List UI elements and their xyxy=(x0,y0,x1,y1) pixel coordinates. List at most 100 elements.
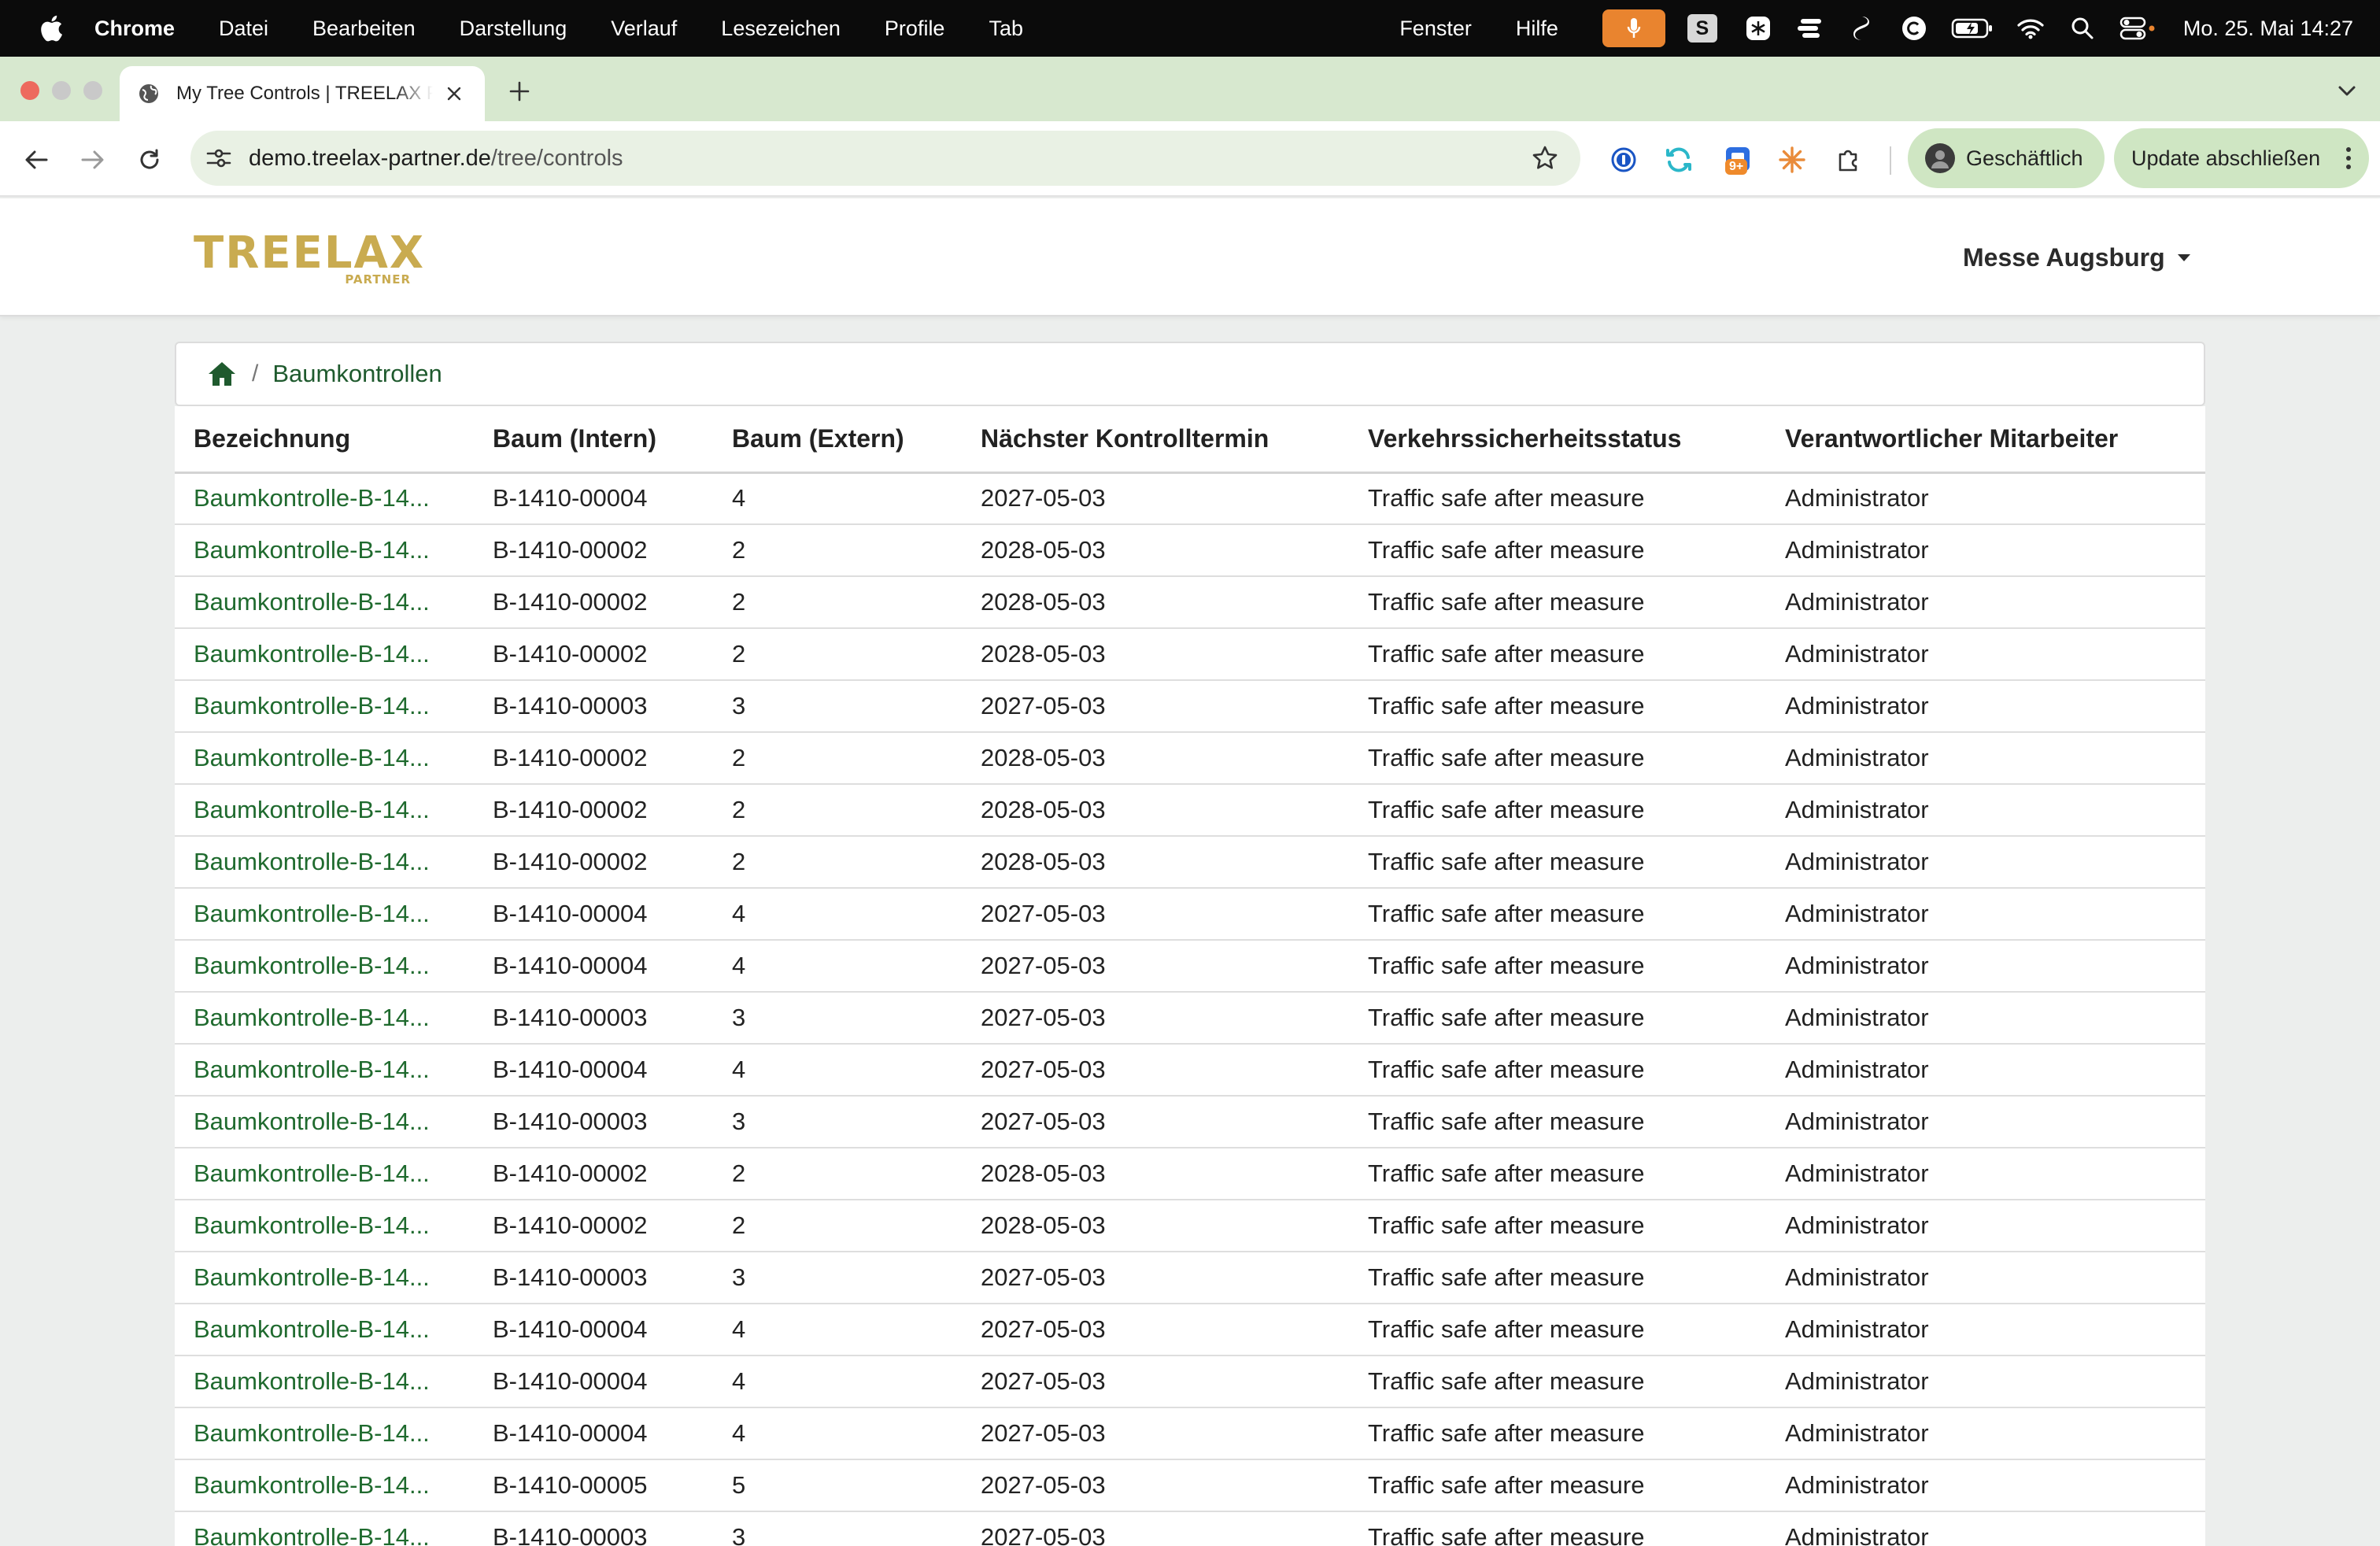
cell-verantwortlicher-mitarbeiter: Administrator xyxy=(1766,1044,2205,1097)
table-row[interactable]: Baumkontrolle-B-14... B-1410-00004 4 2027-0… xyxy=(175,940,2205,993)
cell-bezeichnung-link[interactable]: Baumkontrolle-B-14... xyxy=(175,576,474,629)
layers-icon[interactable] xyxy=(1794,13,1826,44)
cell-verkehrssicherheitsstatus: Traffic safe after measure xyxy=(1349,1096,1766,1148)
battery-icon[interactable] xyxy=(1950,13,1994,44)
back-arrow-icon[interactable] xyxy=(19,142,54,177)
extensions-puzzle-icon[interactable] xyxy=(1831,142,1867,178)
column-header-verantwortlicher-mitarbeiter[interactable]: Verantwortlicher Mitarbeiter xyxy=(1766,406,2205,474)
forward-arrow-icon[interactable] xyxy=(76,142,110,177)
home-icon[interactable] xyxy=(206,358,238,390)
cell-bezeichnung-link[interactable]: Baumkontrolle-B-14... xyxy=(175,940,474,993)
cell-bezeichnung-link[interactable]: Baumkontrolle-B-14... xyxy=(175,1356,474,1408)
cell-bezeichnung-link[interactable]: Baumkontrolle-B-14... xyxy=(175,1407,474,1460)
cell-bezeichnung-link[interactable]: Baumkontrolle-B-14... xyxy=(175,1252,474,1304)
treelax-logo[interactable]: TREELAX PARTNER xyxy=(194,230,423,290)
cell-bezeichnung-link[interactable]: Baumkontrolle-B-14... xyxy=(175,1148,474,1200)
sync-extension-icon[interactable] xyxy=(1661,142,1697,178)
table-row[interactable]: Baumkontrolle-B-14... B-1410-00004 4 2027-0… xyxy=(175,1356,2205,1408)
update-chrome-button[interactable]: Update abschließen xyxy=(2114,128,2369,188)
reload-icon[interactable] xyxy=(132,142,167,177)
cell-bezeichnung-link[interactable]: Baumkontrolle-B-14... xyxy=(175,732,474,785)
table-row[interactable]: Baumkontrolle-B-14... B-1410-00003 3 2027-0… xyxy=(175,992,2205,1045)
cell-bezeichnung-link[interactable]: Baumkontrolle-B-14... xyxy=(175,1304,474,1356)
menu-bar-clock[interactable]: Mo. 25. Mai 14:27 xyxy=(2183,17,2353,41)
table-row[interactable]: Baumkontrolle-B-14... B-1410-00002 2 2028-0… xyxy=(175,836,2205,889)
table-row[interactable]: Baumkontrolle-B-14... B-1410-00002 2 2028-0… xyxy=(175,628,2205,681)
table-row[interactable]: Baumkontrolle-B-14... B-1410-00004 4 2027-0… xyxy=(175,1304,2205,1356)
copyright-c-icon[interactable] xyxy=(1898,13,1930,44)
table-row[interactable]: Baumkontrolle-B-14... B-1410-00002 2 2028-0… xyxy=(175,784,2205,837)
table-row[interactable]: Baumkontrolle-B-14... B-1410-00003 3 2027-0… xyxy=(175,1096,2205,1148)
cell-bezeichnung-link[interactable]: Baumkontrolle-B-14... xyxy=(175,628,474,681)
window-minimize-button[interactable] xyxy=(52,81,71,100)
sparkle-extension-icon[interactable] xyxy=(1774,142,1810,178)
column-header-baum-intern[interactable]: Baum (Intern) xyxy=(474,406,713,474)
search-icon[interactable] xyxy=(2067,13,2098,44)
table-row[interactable]: Baumkontrolle-B-14... B-1410-00002 2 2028-0… xyxy=(175,1200,2205,1252)
cell-bezeichnung-link[interactable]: Baumkontrolle-B-14... xyxy=(175,888,474,941)
table-row[interactable]: Baumkontrolle-B-14... B-1410-00005 5 2027-0… xyxy=(175,1459,2205,1512)
cell-bezeichnung-link[interactable]: Baumkontrolle-B-14... xyxy=(175,1511,474,1546)
table-row[interactable]: Baumkontrolle-B-14... B-1410-00003 3 2027-0… xyxy=(175,1511,2205,1546)
cell-bezeichnung-link[interactable]: Baumkontrolle-B-14... xyxy=(175,680,474,733)
close-tab-icon[interactable] xyxy=(442,82,466,105)
table-row[interactable]: Baumkontrolle-B-14... B-1410-00002 2 2028-0… xyxy=(175,732,2205,785)
new-tab-plus-icon[interactable] xyxy=(504,76,535,107)
menu-verlauf[interactable]: Verlauf xyxy=(611,17,677,41)
menu-bearbeiten[interactable]: Bearbeiten xyxy=(312,17,416,41)
menu-darstellung[interactable]: Darstellung xyxy=(460,17,567,41)
table-row[interactable]: Baumkontrolle-B-14... B-1410-00004 4 2027-0… xyxy=(175,888,2205,941)
tab-title: My Tree Controls | TREELAX Partner xyxy=(176,83,433,104)
column-header-baum-extern[interactable]: Baum (Extern) xyxy=(713,406,962,474)
menu-hilfe[interactable]: Hilfe xyxy=(1516,17,1558,41)
cell-baum-extern: 4 xyxy=(713,1304,962,1356)
site-settings-icon[interactable] xyxy=(203,142,235,174)
cell-bezeichnung-link[interactable]: Baumkontrolle-B-14... xyxy=(175,524,474,577)
apple-icon[interactable] xyxy=(33,10,69,46)
menu-datei[interactable]: Datei xyxy=(219,17,268,41)
snowflake-icon[interactable] xyxy=(1743,13,1774,44)
menu-profile[interactable]: Profile xyxy=(885,17,945,41)
menu-tab[interactable]: Tab xyxy=(989,17,1023,41)
window-close-button[interactable] xyxy=(20,81,39,100)
cell-bezeichnung-link[interactable]: Baumkontrolle-B-14... xyxy=(175,1044,474,1097)
cell-baum-intern: B-1410-00005 xyxy=(474,1459,713,1512)
column-header-verkehrssicherheitsstatus[interactable]: Verkehrssicherheitsstatus xyxy=(1349,406,1766,474)
address-bar[interactable]: demo.treelax-partner.de/tree/controls xyxy=(190,131,1580,186)
wifi-icon[interactable] xyxy=(2015,13,2046,44)
table-row[interactable]: Baumkontrolle-B-14... B-1410-00003 3 2027-0… xyxy=(175,680,2205,733)
cell-bezeichnung-link[interactable]: Baumkontrolle-B-14... xyxy=(175,472,474,525)
window-zoom-button[interactable] xyxy=(83,81,102,100)
browser-tab-active[interactable]: My Tree Controls | TREELAX Partner xyxy=(120,66,485,121)
cell-bezeichnung-link[interactable]: Baumkontrolle-B-14... xyxy=(175,992,474,1045)
control-center-icon[interactable] xyxy=(2119,13,2156,44)
cell-bezeichnung-link[interactable]: Baumkontrolle-B-14... xyxy=(175,836,474,889)
table-row[interactable]: Baumkontrolle-B-14... B-1410-00003 3 2027-0… xyxy=(175,1252,2205,1304)
menu-fenster[interactable]: Fenster xyxy=(1399,17,1472,41)
cell-bezeichnung-link[interactable]: Baumkontrolle-B-14... xyxy=(175,1459,474,1512)
table-row[interactable]: Baumkontrolle-B-14... B-1410-00004 4 2027-0… xyxy=(175,472,2205,525)
profile-button[interactable]: Geschäftlich xyxy=(1908,128,2105,188)
app-menu-chrome[interactable]: Chrome xyxy=(94,17,175,41)
tab-search-chevron-icon[interactable] xyxy=(2331,76,2363,107)
password-manager-icon[interactable] xyxy=(1606,142,1642,178)
organization-dropdown[interactable]: Messe Augsburg xyxy=(1963,238,2190,277)
column-header-naechster-kontrolltermin[interactable]: Nächster Kontrolltermin xyxy=(962,406,1349,474)
more-menu-icon[interactable] xyxy=(2341,142,2356,174)
menu-lesezeichen[interactable]: Lesezeichen xyxy=(721,17,841,41)
table-row[interactable]: Baumkontrolle-B-14... B-1410-00002 2 2028-0… xyxy=(175,1148,2205,1200)
app-icon[interactable] xyxy=(1846,13,1878,44)
table-row[interactable]: Baumkontrolle-B-14... B-1410-00004 4 2027-0… xyxy=(175,1407,2205,1460)
cell-bezeichnung-link[interactable]: Baumkontrolle-B-14... xyxy=(175,1200,474,1252)
cell-bezeichnung-link[interactable]: Baumkontrolle-B-14... xyxy=(175,784,474,837)
table-row[interactable]: Baumkontrolle-B-14... B-1410-00002 2 2028-0… xyxy=(175,576,2205,629)
s-app-icon[interactable]: S xyxy=(1687,14,1717,43)
cell-baum-intern: B-1410-00004 xyxy=(474,472,713,525)
column-header-bezeichnung[interactable]: Bezeichnung xyxy=(175,406,474,474)
table-row[interactable]: Baumkontrolle-B-14... B-1410-00004 4 2027-0… xyxy=(175,1044,2205,1097)
table-row[interactable]: Baumkontrolle-B-14... B-1410-00002 2 2028-0… xyxy=(175,524,2205,577)
cell-bezeichnung-link[interactable]: Baumkontrolle-B-14... xyxy=(175,1096,474,1148)
microphone-icon[interactable] xyxy=(1602,9,1665,47)
star-icon[interactable] xyxy=(1528,142,1561,175)
cell-verkehrssicherheitsstatus: Traffic safe after measure xyxy=(1349,1044,1766,1097)
